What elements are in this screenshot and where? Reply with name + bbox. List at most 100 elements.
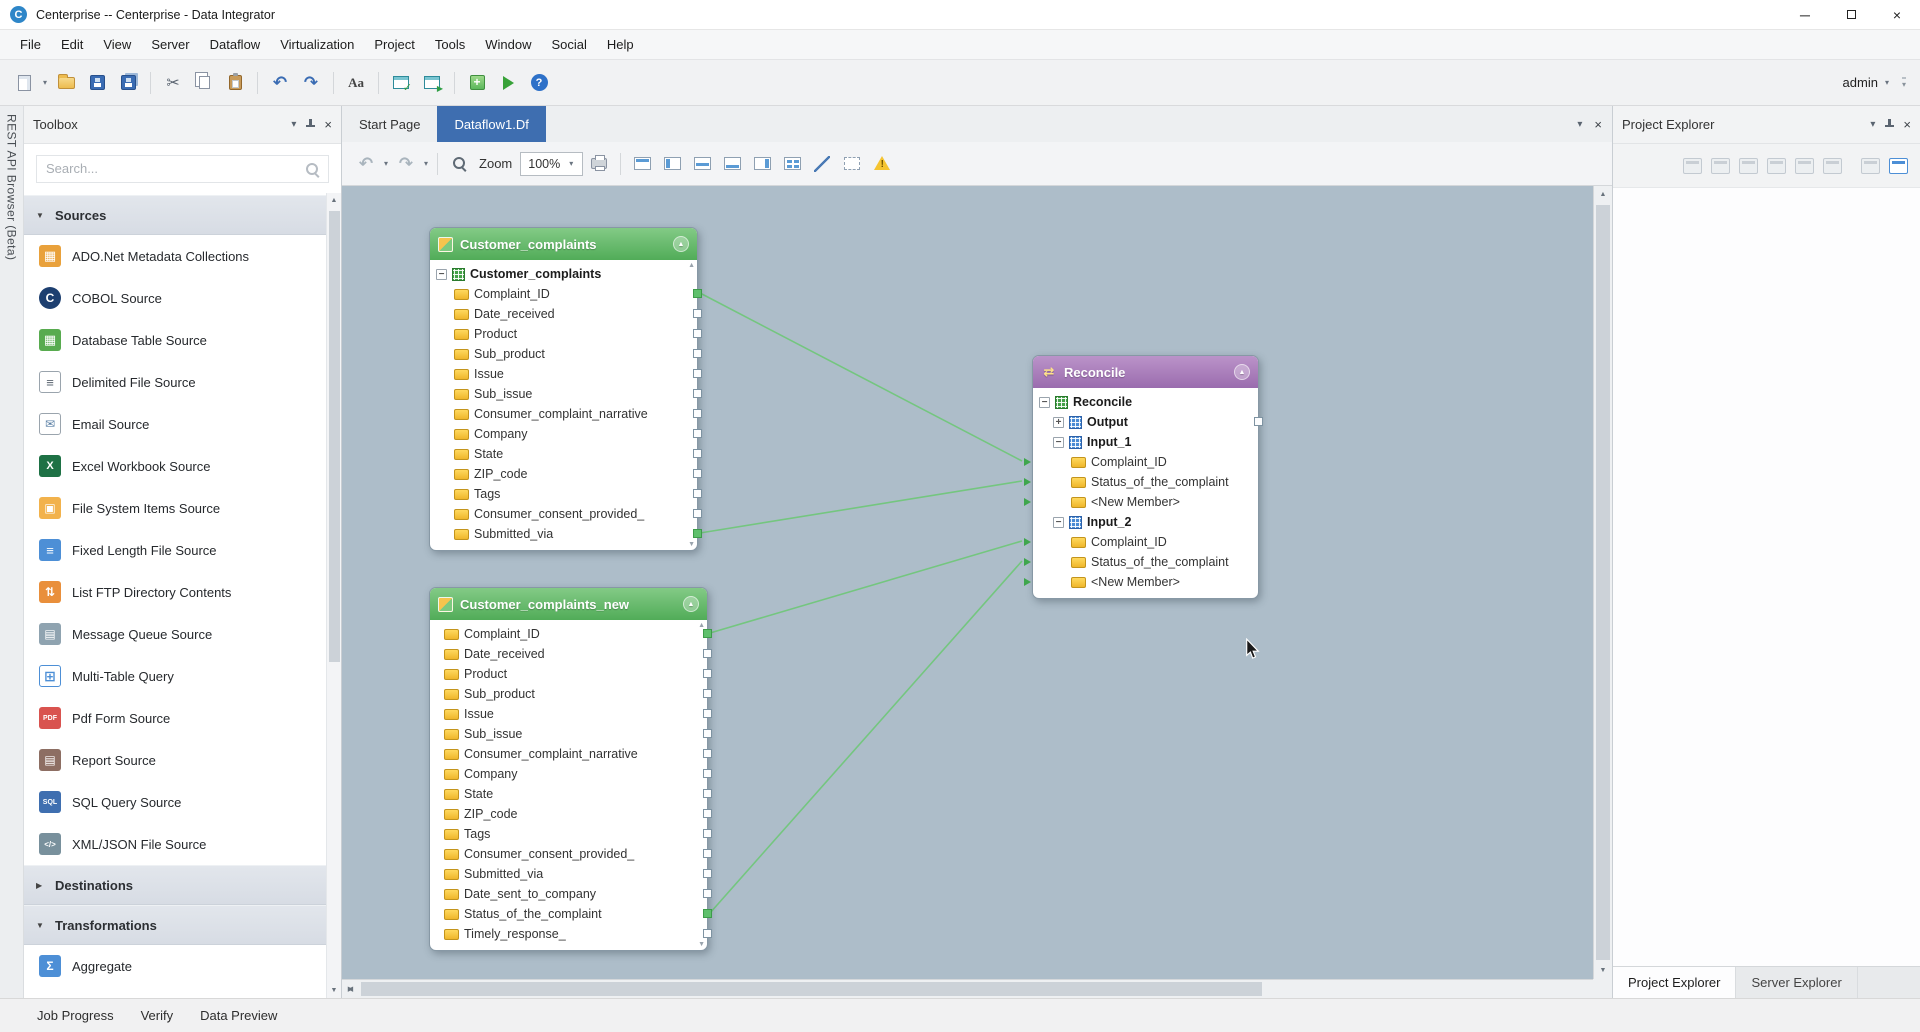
- search-input[interactable]: [36, 155, 329, 183]
- collapse-node-icon[interactable]: ▲: [1234, 364, 1250, 380]
- output-port[interactable]: [703, 829, 712, 838]
- toolbox-item-ado-net-metadata-collections[interactable]: ADO.Net Metadata Collections: [24, 235, 326, 277]
- canvas-vertical-scrollbar[interactable]: ▲ ▼: [1593, 186, 1612, 979]
- scroll-up-icon[interactable]: ▲: [1594, 186, 1612, 203]
- undo-button[interactable]: [266, 69, 294, 97]
- output-port[interactable]: [693, 529, 702, 538]
- output-port[interactable]: [693, 329, 702, 338]
- move-up-icon[interactable]: [1795, 158, 1814, 174]
- output-port[interactable]: [703, 869, 712, 878]
- link-style-button[interactable]: [808, 150, 836, 178]
- user-menu-caret-icon[interactable]: ▾: [1883, 78, 1891, 87]
- toolbox-scroll-thumb[interactable]: [329, 211, 340, 662]
- toolbox-item-list-ftp-directory-contents[interactable]: List FTP Directory Contents: [24, 571, 326, 613]
- field-row[interactable]: Status_of_the_complaint: [1033, 472, 1258, 492]
- toolbox-section-sources[interactable]: ▼Sources: [24, 195, 326, 235]
- field-row[interactable]: Sub_product: [430, 344, 697, 364]
- toolbox-item-report-source[interactable]: Report Source: [24, 739, 326, 781]
- collapse-node-icon[interactable]: ▲: [673, 236, 689, 252]
- menu-item-help[interactable]: Help: [597, 32, 644, 57]
- field-row[interactable]: Company: [430, 424, 697, 444]
- output-port[interactable]: [703, 789, 712, 798]
- start-dataflow-button[interactable]: [418, 69, 446, 97]
- node-scroll-up-icon[interactable]: ▲: [698, 622, 705, 629]
- scroll-down-icon[interactable]: ▼: [1594, 962, 1612, 979]
- tree-group-row[interactable]: −Input_2: [1033, 512, 1258, 532]
- field-row[interactable]: Submitted_via: [430, 524, 697, 544]
- toolbox-item-fixed-length-file-source[interactable]: Fixed Length File Source: [24, 529, 326, 571]
- field-row[interactable]: Submitted_via: [430, 864, 707, 884]
- node-header[interactable]: Customer_complaints▲: [430, 228, 697, 260]
- deploy-icon[interactable]: [1861, 158, 1880, 174]
- tab-list-dropdown-icon[interactable]: ▾: [1577, 119, 1582, 130]
- canvas-horizontal-scrollbar[interactable]: ◀ ▶: [342, 979, 1593, 998]
- field-row[interactable]: Status_of_the_complaint: [430, 904, 707, 924]
- tree-group-row[interactable]: +Output: [1033, 412, 1258, 432]
- tree-group-row[interactable]: −Input_1: [1033, 432, 1258, 452]
- field-row[interactable]: State: [430, 784, 707, 804]
- dataflow-canvas[interactable]: Customer_complaints▲−Customer_complaints…: [342, 186, 1593, 979]
- menu-item-view[interactable]: View: [93, 32, 141, 57]
- field-row[interactable]: Timely_response_: [430, 924, 707, 944]
- toolbox-pin-icon[interactable]: [305, 119, 315, 130]
- input-port[interactable]: [1024, 498, 1031, 506]
- copy-button[interactable]: [190, 69, 218, 97]
- edit-item-icon[interactable]: [1739, 158, 1758, 174]
- output-port[interactable]: [703, 689, 712, 698]
- input-port[interactable]: [1024, 458, 1031, 466]
- output-port[interactable]: [703, 669, 712, 678]
- field-row[interactable]: Consumer_consent_provided_: [430, 844, 707, 864]
- toolbox-section-transformations[interactable]: ▼Transformations: [24, 905, 326, 945]
- collapse-row-icon[interactable]: −: [1053, 517, 1064, 528]
- field-row[interactable]: Complaint_ID: [1033, 532, 1258, 552]
- input-port[interactable]: [1024, 558, 1031, 566]
- input-port[interactable]: [1024, 478, 1031, 486]
- field-row[interactable]: ZIP_code: [430, 804, 707, 824]
- user-menu[interactable]: admin: [1843, 75, 1878, 90]
- field-row[interactable]: Product: [430, 324, 697, 344]
- redo-dropdown-icon[interactable]: ▾: [422, 159, 430, 168]
- field-row[interactable]: Issue: [430, 704, 707, 724]
- output-port[interactable]: [703, 749, 712, 758]
- output-port[interactable]: [693, 489, 702, 498]
- distribute-button[interactable]: [778, 150, 806, 178]
- field-row[interactable]: ZIP_code: [430, 464, 697, 484]
- scroll-up-icon[interactable]: ▲: [327, 193, 341, 208]
- output-port[interactable]: [693, 429, 702, 438]
- output-port[interactable]: [693, 449, 702, 458]
- redo-button[interactable]: [297, 69, 325, 97]
- align-top-button[interactable]: [688, 150, 716, 178]
- node-customer-complaints[interactable]: Customer_complaints▲−Customer_complaints…: [429, 227, 698, 551]
- toolbox-item-xml-json-file-source[interactable]: XML/JSON File Source: [24, 823, 326, 865]
- node-scroll-up-icon[interactable]: ▲: [688, 262, 695, 269]
- output-port[interactable]: [703, 809, 712, 818]
- status-verify[interactable]: Verify: [141, 1008, 174, 1023]
- scroll-right-icon[interactable]: ▶: [342, 980, 359, 998]
- zoom-tool-button[interactable]: [445, 150, 473, 178]
- output-port[interactable]: [703, 649, 712, 658]
- field-row[interactable]: Sub_issue: [430, 724, 707, 744]
- tab-server-explorer[interactable]: Server Explorer: [1736, 967, 1857, 998]
- field-row[interactable]: Company: [430, 764, 707, 784]
- toolbox-item-excel-workbook-source[interactable]: Excel Workbook Source: [24, 445, 326, 487]
- project-explorer-close-icon[interactable]: ×: [1903, 117, 1911, 132]
- field-row[interactable]: Date_received: [430, 644, 707, 664]
- toolbox-item-multi-table-query[interactable]: Multi-Table Query: [24, 655, 326, 697]
- toolbox-item-pdf-form-source[interactable]: Pdf Form Source: [24, 697, 326, 739]
- field-row[interactable]: Sub_issue: [430, 384, 697, 404]
- toolbox-item-message-queue-source[interactable]: Message Queue Source: [24, 613, 326, 655]
- paste-button[interactable]: [221, 69, 249, 97]
- tab-dataflow1-df[interactable]: Dataflow1.Df: [437, 106, 545, 142]
- output-port[interactable]: [703, 849, 712, 858]
- output-port[interactable]: [693, 409, 702, 418]
- connection-line[interactable]: [700, 293, 1022, 461]
- warnings-button[interactable]: [868, 150, 896, 178]
- collapse-row-icon[interactable]: −: [1039, 397, 1050, 408]
- minimize-button[interactable]: ─: [1782, 0, 1828, 29]
- menu-item-server[interactable]: Server: [141, 32, 199, 57]
- connection-line[interactable]: [710, 561, 1022, 913]
- toolbox-item-cobol-source[interactable]: COBOL Source: [24, 277, 326, 319]
- redo-button[interactable]: [392, 150, 420, 178]
- font-button[interactable]: [342, 69, 370, 97]
- toolbox-item-delimited-file-source[interactable]: Delimited File Source: [24, 361, 326, 403]
